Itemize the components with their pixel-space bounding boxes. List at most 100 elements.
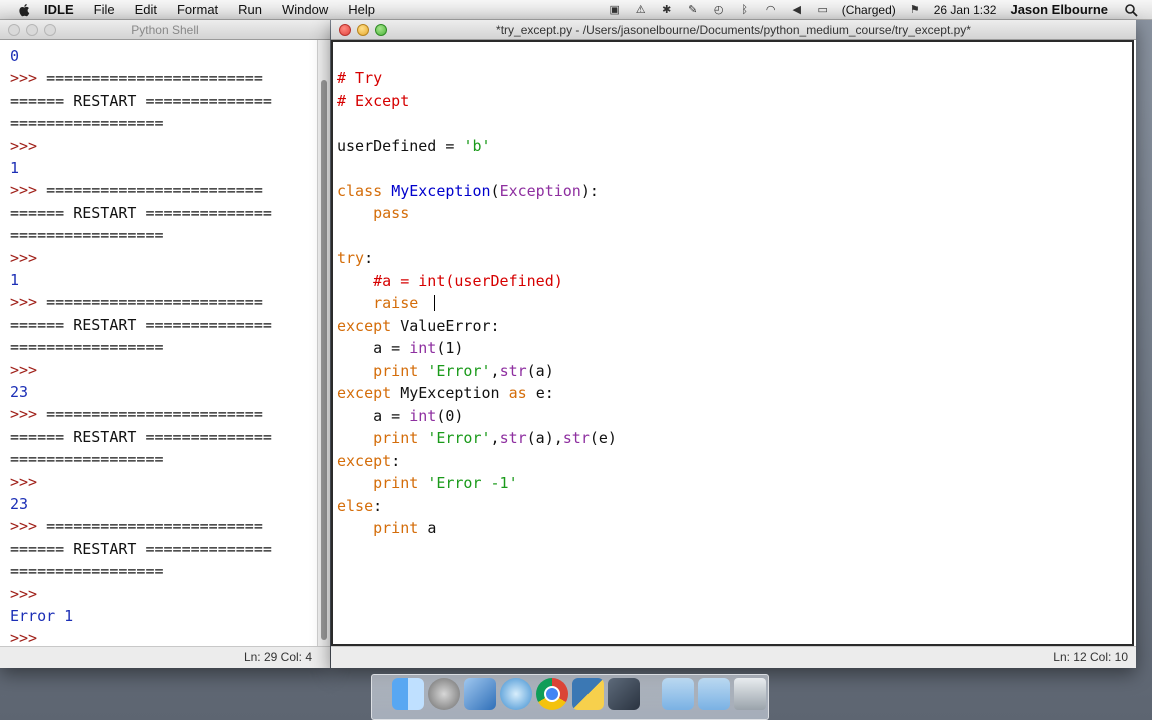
- downloads-folder-icon[interactable]: [698, 678, 730, 710]
- shell-status-bar: Ln: 29 Col: 4: [0, 646, 330, 668]
- apple-logo-icon[interactable]: [18, 3, 32, 17]
- code-token: :: [373, 496, 383, 515]
- clock[interactable]: 26 Jan 1:32: [934, 3, 997, 17]
- code-token: MyException: [400, 384, 509, 402]
- scrollbar-thumb[interactable]: [321, 80, 327, 640]
- code-line: class MyException(Exception):: [337, 181, 599, 201]
- code-token: as: [508, 384, 536, 402]
- code-line: print 'Error -1': [337, 473, 518, 493]
- code-token: (1): [436, 339, 464, 357]
- launchpad-icon[interactable]: [428, 678, 460, 710]
- menu-file[interactable]: File: [94, 2, 115, 17]
- mail-icon[interactable]: [500, 678, 532, 710]
- python-shell-window: Python Shell 0 >>> ======================…: [0, 20, 330, 668]
- shell-titlebar[interactable]: Python Shell: [0, 20, 330, 40]
- code-token: raise: [337, 294, 428, 312]
- close-button[interactable]: [8, 24, 20, 36]
- editor-titlebar[interactable]: *try_except.py - /Users/jasonelbourne/Do…: [331, 20, 1136, 40]
- code-token: int: [409, 406, 437, 425]
- code-token: class: [337, 181, 392, 200]
- flag-icon[interactable]: ⚑: [908, 3, 922, 17]
- code-token: e:: [535, 384, 554, 402]
- alert-icon[interactable]: ⚠: [634, 3, 648, 17]
- shell-line: 1: [10, 159, 20, 177]
- time-machine-icon[interactable]: ◴: [712, 3, 726, 17]
- close-button[interactable]: [339, 24, 351, 36]
- code-token: except: [337, 384, 401, 402]
- restart-banner: ========================: [37, 181, 263, 200]
- user-menu[interactable]: Jason Elbourne: [1010, 2, 1108, 17]
- shell-line: =================: [10, 114, 164, 133]
- code-token: :: [490, 316, 500, 335]
- code-line: # Try: [337, 68, 382, 88]
- code-line: except:: [337, 451, 400, 471]
- code-line: raise: [337, 293, 427, 313]
- minimize-button[interactable]: [26, 24, 38, 36]
- code-token: else: [337, 496, 374, 515]
- documents-folder-icon[interactable]: [662, 678, 694, 710]
- shell-line: >>>: [10, 136, 38, 155]
- code-token: #a = int(userDefined): [337, 271, 563, 290]
- volume-icon[interactable]: ◀: [790, 3, 804, 17]
- code-line: except ValueError:: [337, 316, 500, 336]
- code-token: int: [409, 339, 437, 357]
- code-token: ):: [580, 181, 599, 200]
- shell-prompt: >>>: [10, 517, 38, 536]
- code-line: #a = int(userDefined): [337, 271, 563, 291]
- code-token: MyException: [391, 181, 491, 200]
- code-token: # Try: [337, 69, 383, 87]
- code-line: a = int(0): [337, 406, 463, 426]
- code-token: (: [490, 181, 500, 200]
- code-token: a =: [337, 339, 410, 357]
- restart-banner: ========================: [37, 405, 263, 424]
- menu-edit[interactable]: Edit: [135, 2, 157, 17]
- menu-format[interactable]: Format: [177, 2, 218, 17]
- gear-icon[interactable]: ✱: [660, 3, 674, 17]
- screen-record-icon[interactable]: ▣: [608, 3, 622, 17]
- chrome-icon[interactable]: [536, 678, 568, 710]
- zoom-button[interactable]: [375, 24, 387, 36]
- code-line: # Except: [337, 91, 409, 111]
- shell-scrollbar[interactable]: [317, 40, 330, 646]
- status-area: ▣ ⚠ ✱ ✎ ◴ ᛒ ◠ ◀ ▭ (Charged) ⚑ 26 Jan 1:3…: [602, 0, 1152, 19]
- app-menu-idle[interactable]: IDLE: [44, 2, 74, 17]
- wifi-icon[interactable]: ◠: [764, 3, 778, 17]
- menu-help[interactable]: Help: [348, 2, 375, 17]
- shell-cursor-position: Ln: 29 Col: 4: [243, 650, 312, 664]
- code-editor[interactable]: # Try # Except userDefined = 'b' class MyEx…: [331, 40, 1134, 646]
- bluetooth-icon[interactable]: ᛒ: [738, 3, 752, 17]
- trash-icon[interactable]: [734, 678, 766, 710]
- code-token: print: [337, 474, 428, 492]
- code-line: except MyException as e:: [337, 383, 554, 403]
- shell-output-area[interactable]: 0 >>> ======================== ====== REST…: [0, 40, 318, 646]
- shell-line: ====== RESTART ==============: [10, 203, 272, 222]
- code-token: (e): [589, 429, 617, 447]
- menu-window[interactable]: Window: [282, 2, 328, 17]
- finder-icon[interactable]: [392, 678, 424, 710]
- editor-title: *try_except.py - /Users/jasonelbourne/Do…: [496, 23, 971, 37]
- code-token: 'Error': [427, 361, 491, 380]
- battery-status: (Charged): [841, 2, 896, 17]
- xcode-icon[interactable]: [464, 678, 496, 710]
- code-token: ,: [490, 361, 500, 380]
- shell-line: ====== RESTART ==============: [10, 91, 272, 110]
- battery-icon[interactable]: ▭: [816, 3, 830, 17]
- code-token: (a): [526, 361, 554, 380]
- menu-run[interactable]: Run: [238, 2, 262, 17]
- code-token: userDefined =: [337, 136, 464, 155]
- code-token: print: [337, 361, 428, 380]
- shell-line: >>> ========================: [10, 180, 263, 200]
- search-icon[interactable]: [1124, 3, 1138, 17]
- code-token: print: [337, 429, 428, 447]
- shell-line: ====== RESTART ==============: [10, 539, 272, 558]
- zoom-button[interactable]: [44, 24, 56, 36]
- code-token: print: [337, 519, 428, 537]
- code-line: else:: [337, 496, 382, 516]
- shell-line: 0: [10, 47, 20, 65]
- shell-prompt: >>>: [10, 69, 38, 88]
- shell-line: =================: [10, 226, 164, 245]
- python-launcher-icon[interactable]: [572, 678, 604, 710]
- minimize-button[interactable]: [357, 24, 369, 36]
- pen-icon[interactable]: ✎: [686, 3, 700, 17]
- video-app-icon[interactable]: [608, 678, 640, 710]
